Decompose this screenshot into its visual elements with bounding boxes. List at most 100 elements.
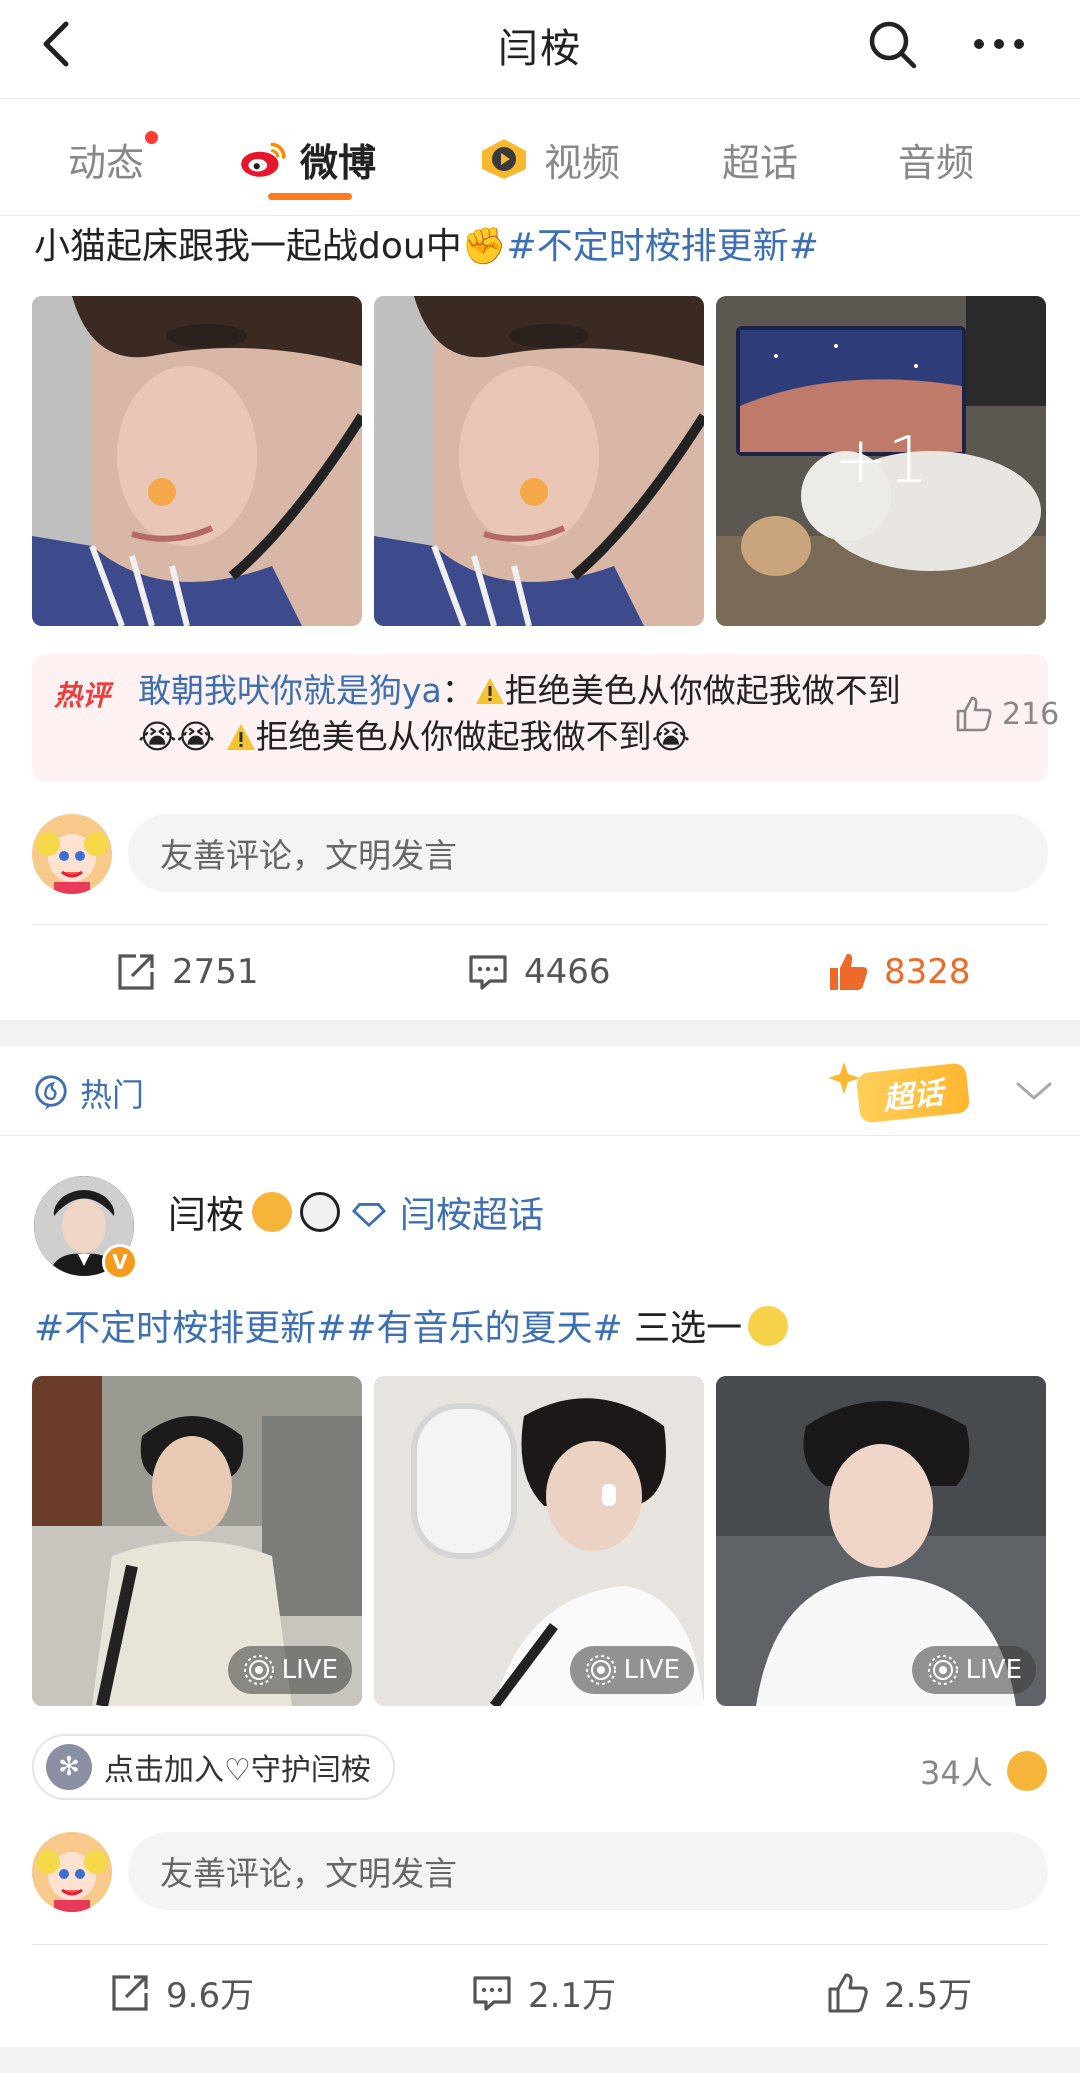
- photo-face-closeup: [32, 296, 362, 626]
- active-tab-indicator: [268, 193, 352, 200]
- comment-input[interactable]: 友善评论，文明发言: [128, 814, 1048, 892]
- join-label: 点击加入♡守护闫桉: [104, 1753, 371, 1788]
- post-image-1[interactable]: LIVE: [32, 1376, 362, 1706]
- hot-section-header: 热门 超话: [0, 1046, 1080, 1136]
- more-icon[interactable]: [966, 14, 1032, 74]
- hot-label: 热门: [80, 1076, 145, 1114]
- supertopic-link[interactable]: 闫桉超话: [400, 1186, 544, 1238]
- like-button[interactable]: 8328: [826, 950, 971, 994]
- comment-button[interactable]: 4466: [466, 950, 611, 994]
- live-photo-badge: LIVE: [569, 1646, 694, 1694]
- post-body: 小猫起床跟我一起战dou中: [34, 226, 462, 267]
- repost-button[interactable]: 2751: [114, 950, 259, 994]
- laughing-emoji: [1006, 1751, 1047, 1791]
- live-icon: [927, 1655, 958, 1685]
- crying-emoji: 😭: [651, 717, 691, 757]
- tab-dynamic[interactable]: 动态: [68, 129, 159, 189]
- tab-label: 微博: [300, 140, 377, 185]
- share-icon: [112, 1974, 148, 2011]
- comment-username[interactable]: 敢朝我吠你就是狗ya: [138, 671, 442, 710]
- live-photo-badge: LIVE: [911, 1646, 1036, 1694]
- crying-emoji: 😭😭: [138, 717, 216, 757]
- hot-comment-text: 敢朝我吠你就是狗ya： 拒绝美色从你做起我做不到😭😭 拒绝美色从你做起我做不到😭: [138, 668, 938, 760]
- hot-icon: [35, 1075, 67, 1111]
- tab-label: 动态: [68, 140, 145, 185]
- like-button[interactable]: 2.5万: [826, 1968, 972, 2017]
- cartoon-avatar: [32, 814, 112, 894]
- live-label: LIVE: [965, 1655, 1022, 1685]
- live-label: LIVE: [281, 1655, 338, 1685]
- repost-button[interactable]: 9.6万: [108, 1968, 254, 2017]
- topic-link[interactable]: #不定时桉排更新#: [34, 1308, 346, 1349]
- post-image-3[interactable]: +1: [716, 296, 1046, 626]
- post-image-2[interactable]: [374, 296, 704, 626]
- hot-comment[interactable]: 热评 敢朝我吠你就是狗ya： 拒绝美色从你做起我做不到 😭😭 拒绝美色从你做起我做不…: [32, 654, 1059, 782]
- comment-part: 拒绝美色从你做起我做不到: [504, 671, 901, 710]
- topic-link[interactable]: #不定时桉排更新#: [507, 226, 819, 267]
- repost-count: 9.6万: [166, 1976, 255, 2016]
- comment-button[interactable]: 2.1万: [470, 1968, 616, 2017]
- tab-label: 视频: [544, 140, 621, 185]
- section-separator: [0, 2047, 1080, 2073]
- tab-audio[interactable]: 音频: [898, 129, 974, 189]
- warning-icon: [475, 678, 504, 704]
- hot-comment-badge: 热评: [54, 679, 111, 712]
- comment-icon: [469, 955, 507, 990]
- divider: [32, 924, 1048, 925]
- author-line: 闫桉 闫桉超话: [168, 1184, 544, 1239]
- live-icon: [243, 1655, 274, 1685]
- join-fan-group-button[interactable]: ✻ 点击加入♡守护闫桉: [32, 1734, 395, 1800]
- my-avatar[interactable]: [32, 1832, 112, 1912]
- post-image-1[interactable]: [32, 296, 362, 626]
- comment-count: 4466: [524, 952, 611, 992]
- like-count: 216: [1002, 696, 1060, 732]
- panda-badge-icon: [300, 1191, 341, 1232]
- post-image-3[interactable]: LIVE: [716, 1376, 1046, 1706]
- tab-video[interactable]: 视频: [478, 129, 620, 189]
- hot-comment-like-button[interactable]: 216: [954, 694, 1059, 734]
- section-separator: [0, 1020, 1080, 1046]
- topic-link[interactable]: #有音乐的夏天#: [346, 1308, 622, 1349]
- repost-count: 2751: [172, 952, 259, 992]
- comment-part: 拒绝美色从你做起我做不到: [255, 717, 652, 757]
- profile-tabs: 动态 微博 视频 超话 音频: [0, 98, 1080, 216]
- hot-filter[interactable]: 热门: [32, 1070, 144, 1116]
- search-icon[interactable]: [862, 14, 922, 74]
- author-name[interactable]: 闫桉: [168, 1184, 244, 1239]
- weibo-logo-icon: [241, 142, 286, 177]
- verified-badge: V: [102, 1244, 138, 1280]
- comment-input[interactable]: 友善评论，文明发言: [128, 1832, 1048, 1910]
- photo-face-closeup: [374, 296, 704, 626]
- thumbs-up-icon: [956, 696, 992, 732]
- supertopic-badge[interactable]: 超话: [855, 1062, 971, 1124]
- post-text: 小猫起床跟我一起战dou中✊#不定时桉排更新#: [34, 224, 819, 271]
- like-count: 8328: [884, 952, 971, 992]
- tab-label: 音频: [898, 140, 975, 185]
- thinking-emoji: [748, 1306, 789, 1346]
- tab-weibo[interactable]: 微博: [238, 129, 376, 189]
- crown-badge-icon: [252, 1191, 293, 1232]
- post-body: 三选一: [622, 1308, 743, 1349]
- fist-emoji: ✊: [461, 226, 507, 267]
- more-images-overlay: +1: [833, 424, 929, 498]
- thumbs-up-filled-icon: [830, 953, 868, 990]
- video-icon: [482, 139, 526, 179]
- flower-icon: ✻: [46, 1744, 92, 1790]
- tab-supertopic[interactable]: 超话: [722, 129, 798, 189]
- comment-count: 2.1万: [528, 1976, 617, 2016]
- my-avatar[interactable]: [32, 814, 112, 894]
- colon: ：: [441, 671, 475, 710]
- tab-label: 超话: [722, 140, 799, 185]
- chevron-down-icon[interactable]: [1012, 1070, 1056, 1114]
- post-image-2[interactable]: LIVE: [374, 1376, 704, 1706]
- divider: [32, 1944, 1048, 1945]
- warning-icon: [226, 724, 255, 751]
- diamond-icon: [352, 1202, 387, 1227]
- live-icon: [585, 1655, 616, 1685]
- author-avatar[interactable]: V: [34, 1176, 138, 1280]
- thumbs-up-icon: [828, 1973, 868, 2012]
- live-photo-badge: LIVE: [227, 1646, 352, 1694]
- comment-icon: [473, 1975, 511, 2011]
- notification-dot: [145, 131, 159, 144]
- post-text: #不定时桉排更新##有音乐的夏天# 三选一: [34, 1306, 789, 1353]
